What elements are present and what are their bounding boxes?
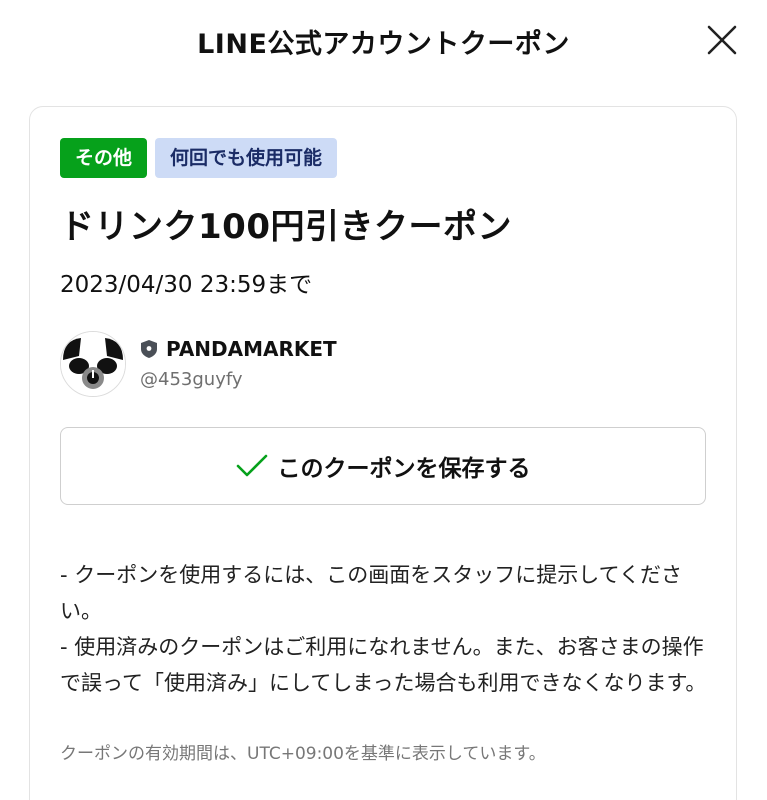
close-button[interactable] xyxy=(696,14,748,66)
coupon-title: ドリンク100円引きクーポン xyxy=(60,207,512,247)
note-item: - クーポンを使用するには、この画面をスタッフに提示してください。 xyxy=(60,563,682,623)
save-button-label: このクーポンを保存する xyxy=(277,456,531,482)
expiry-date: 2023/04/30 23:59まで xyxy=(60,272,313,298)
page-title: LINE公式アカウントクーポン xyxy=(197,29,570,60)
account-name: PANDAMARKET xyxy=(166,337,337,361)
close-icon xyxy=(707,25,737,55)
note-item: - 使用済みのクーポンはご利用になれません。また、お客さまの操作で誤って「使用済… xyxy=(60,635,707,695)
usage-tag: 何回でも使用可能 xyxy=(155,138,338,178)
panda-avatar xyxy=(61,332,125,396)
account-id: @453guyfy xyxy=(140,369,243,390)
validity-footnote: クーポンの有効期間は、UTC+09:00を基準に表示しています。 xyxy=(60,744,546,764)
coupon-card: その他 何回でも使用可能 ドリンク100円引きクーポン 2023/04/30 2… xyxy=(29,106,737,800)
header: LINE公式アカウントクーポン xyxy=(0,0,767,80)
account-name-row: PANDAMARKET xyxy=(140,337,337,361)
category-tag: その他 xyxy=(60,138,148,178)
tag-row: その他 何回でも使用可能 xyxy=(60,138,338,178)
coupon-page: LINE公式アカウントクーポン その他 何回でも使用可能 ドリンク100円引きク… xyxy=(0,0,767,800)
checkmark-icon xyxy=(236,454,267,477)
avatar[interactable] xyxy=(60,331,126,397)
shield-icon xyxy=(141,340,157,358)
usage-notes: - クーポンを使用するには、この画面をスタッフに提示してください。 - 使用済み… xyxy=(60,557,710,701)
save-coupon-button[interactable]: このクーポンを保存する xyxy=(60,427,706,505)
